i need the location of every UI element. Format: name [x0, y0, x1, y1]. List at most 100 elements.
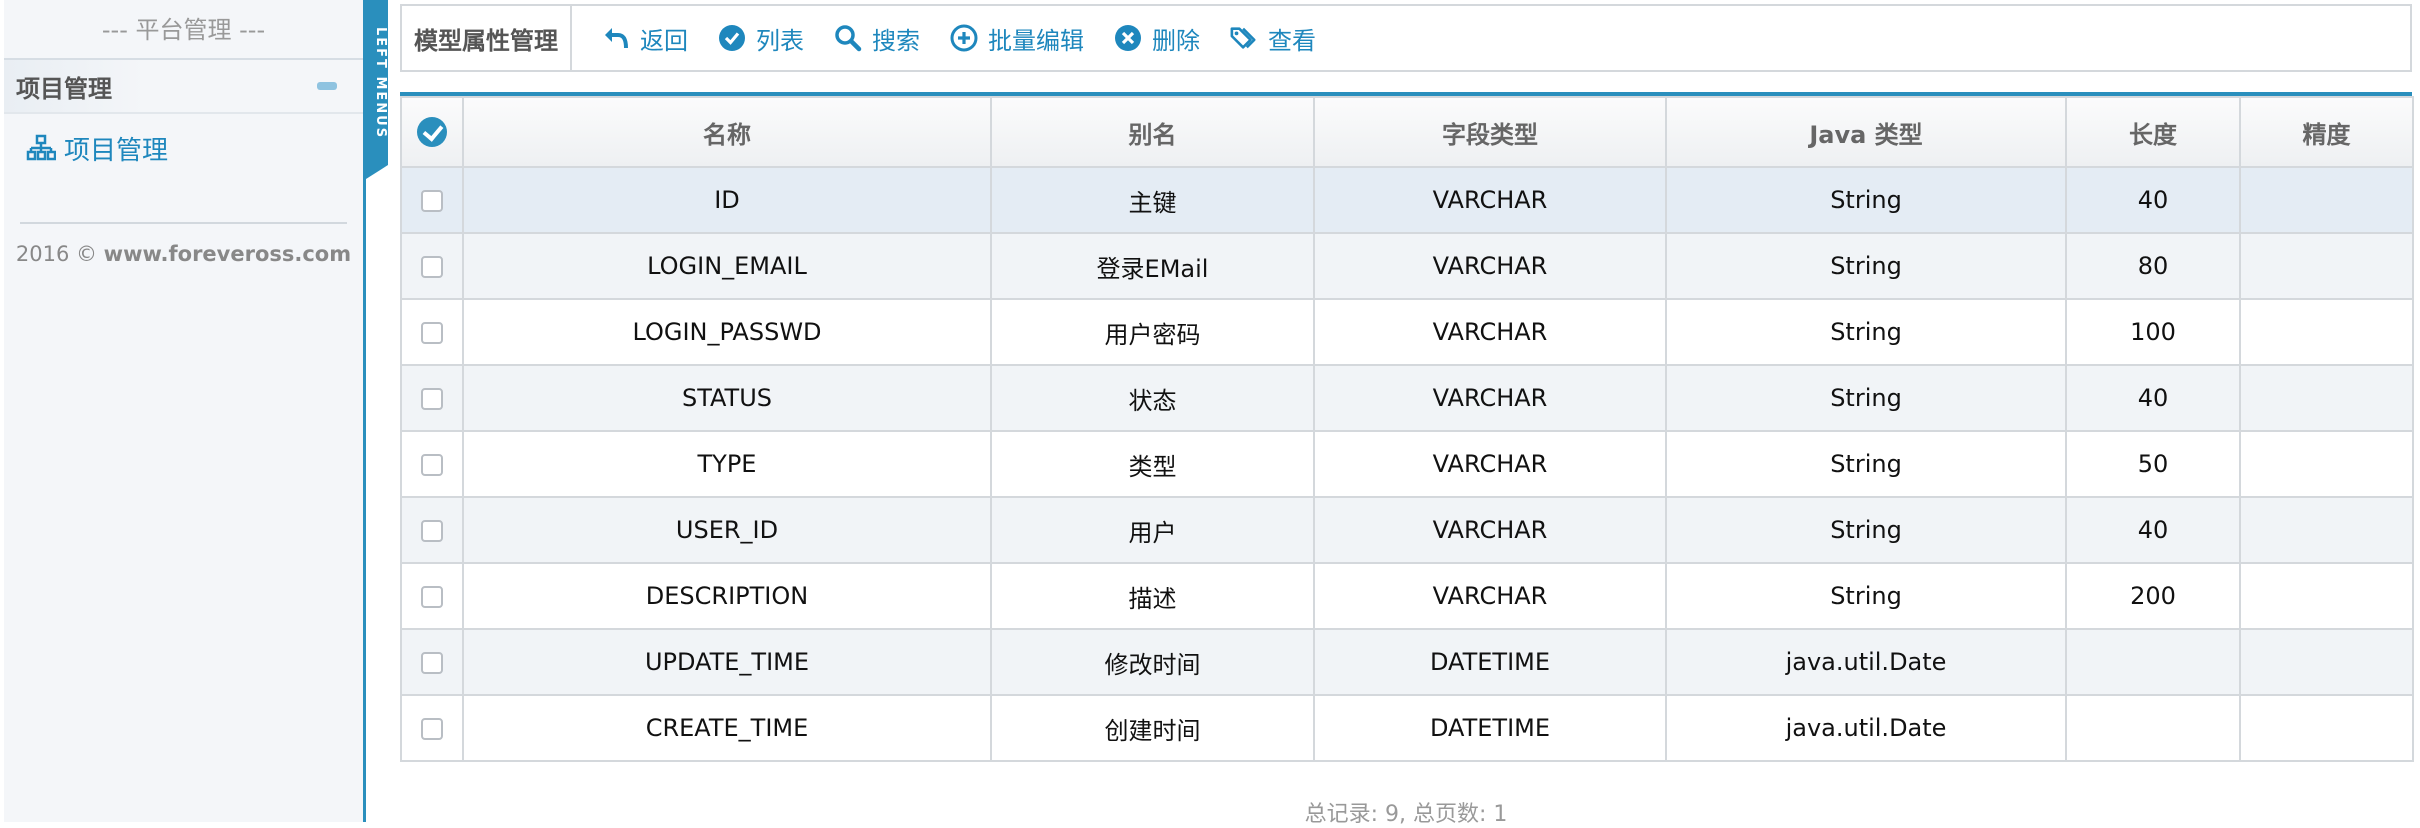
- delete-button[interactable]: 删除: [1114, 21, 1200, 56]
- cell-precision: [2239, 364, 2414, 432]
- copyright-prefix: 2016 ©: [15, 242, 104, 266]
- cell-field-type: VARCHAR: [1313, 496, 1667, 564]
- table-row[interactable]: LOGIN_PASSWD 用户密码 VARCHAR String 100: [400, 298, 2414, 366]
- toolbar: 模型属性管理 返回 列表 搜索 批量编辑 删除 查看: [400, 4, 2412, 72]
- cell-java-type: String: [1665, 298, 2067, 366]
- cell-name: STATUS: [462, 364, 992, 432]
- cell-length: 40: [2065, 166, 2241, 234]
- plus-circle-icon: [950, 24, 978, 52]
- sidebar-divider: [20, 222, 347, 224]
- tag-icon: [1230, 27, 1256, 49]
- cell-field-type: VARCHAR: [1313, 166, 1667, 234]
- table-row[interactable]: UPDATE_TIME 修改时间 DATETIME java.util.Date: [400, 628, 2414, 696]
- cell-java-type: String: [1665, 496, 2067, 564]
- cell-java-type: String: [1665, 430, 2067, 498]
- cell-java-type: String: [1665, 364, 2067, 432]
- cell-precision: [2239, 430, 2414, 498]
- select-all-checkbox[interactable]: [417, 117, 447, 147]
- row-checkbox[interactable]: [421, 190, 443, 212]
- cell-name: CREATE_TIME: [462, 694, 992, 762]
- cell-precision: [2239, 166, 2414, 234]
- table-row[interactable]: STATUS 状态 VARCHAR String 40: [400, 364, 2414, 432]
- row-checkbox[interactable]: [421, 586, 443, 608]
- table-row[interactable]: CREATE_TIME 创建时间 DATETIME java.util.Date: [400, 694, 2414, 762]
- row-select-cell: [400, 694, 464, 762]
- view-button[interactable]: 查看: [1230, 21, 1316, 56]
- cell-alias: 描述: [990, 562, 1315, 630]
- row-checkbox[interactable]: [421, 256, 443, 278]
- cell-field-type: VARCHAR: [1313, 298, 1667, 366]
- batch-edit-button[interactable]: 批量编辑: [950, 21, 1084, 56]
- row-checkbox[interactable]: [421, 322, 443, 344]
- cell-length: 40: [2065, 496, 2241, 564]
- cell-length: [2065, 628, 2241, 696]
- check-circle-icon: [719, 25, 745, 51]
- cell-alias: 用户: [990, 496, 1315, 564]
- cell-java-type: String: [1665, 562, 2067, 630]
- row-select-cell: [400, 298, 464, 366]
- delete-button-label: 删除: [1152, 26, 1200, 55]
- cell-length: 200: [2065, 562, 2241, 630]
- row-checkbox[interactable]: [421, 652, 443, 674]
- table-row[interactable]: USER_ID 用户 VARCHAR String 40: [400, 496, 2414, 564]
- row-checkbox[interactable]: [421, 388, 443, 410]
- row-select-cell: [400, 430, 464, 498]
- cell-precision: [2239, 496, 2414, 564]
- table-header-row: 名称 别名 字段类型 Java 类型 长度 精度: [400, 96, 2414, 168]
- cell-precision: [2239, 694, 2414, 762]
- row-select-cell: [400, 496, 464, 564]
- cell-alias: 创建时间: [990, 694, 1315, 762]
- row-checkbox[interactable]: [421, 520, 443, 542]
- row-checkbox[interactable]: [421, 718, 443, 740]
- cell-alias: 状态: [990, 364, 1315, 432]
- cell-precision: [2239, 628, 2414, 696]
- cell-java-type: java.util.Date: [1665, 694, 2067, 762]
- menu-section-label: 项目管理: [16, 74, 112, 103]
- column-header-precision[interactable]: 精度: [2239, 96, 2414, 168]
- cell-java-type: java.util.Date: [1665, 628, 2067, 696]
- cell-field-type: DATETIME: [1313, 694, 1667, 762]
- table-row[interactable]: TYPE 类型 VARCHAR String 50: [400, 430, 2414, 498]
- back-button[interactable]: 返回: [602, 21, 688, 56]
- cell-name: UPDATE_TIME: [462, 628, 992, 696]
- cell-name: TYPE: [462, 430, 992, 498]
- page-title: 模型属性管理: [402, 6, 572, 70]
- row-select-cell: [400, 562, 464, 630]
- left-menus-toggle[interactable]: LEFT MENUS: [366, 0, 388, 179]
- cell-precision: [2239, 562, 2414, 630]
- menu-section-header[interactable]: 项目管理: [4, 60, 363, 114]
- cell-name: USER_ID: [462, 496, 992, 564]
- list-button-label: 列表: [756, 26, 804, 55]
- search-button[interactable]: 搜索: [834, 21, 920, 56]
- cell-field-type: VARCHAR: [1313, 232, 1667, 300]
- column-header-java-type[interactable]: Java 类型: [1665, 96, 2067, 168]
- row-select-cell: [400, 166, 464, 234]
- back-button-label: 返回: [640, 26, 688, 55]
- sitemap-icon: [26, 134, 56, 161]
- collapse-icon[interactable]: [317, 82, 337, 90]
- cell-field-type: DATETIME: [1313, 628, 1667, 696]
- row-select-cell: [400, 628, 464, 696]
- list-button[interactable]: 列表: [718, 21, 804, 56]
- select-all-cell: [400, 96, 464, 168]
- cell-name: ID: [462, 166, 992, 234]
- column-header-alias[interactable]: 别名: [990, 96, 1315, 168]
- cell-name: LOGIN_EMAIL: [462, 232, 992, 300]
- sidebar-item-project-management[interactable]: 项目管理: [4, 114, 363, 182]
- copyright-text: 2016 © www.foreveross.com: [4, 242, 363, 266]
- search-button-label: 搜索: [872, 26, 920, 55]
- cell-field-type: VARCHAR: [1313, 562, 1667, 630]
- row-checkbox[interactable]: [421, 454, 443, 476]
- column-header-field-type[interactable]: 字段类型: [1313, 96, 1667, 168]
- sidebar-title: --- 平台管理 ---: [4, 0, 363, 60]
- table-row[interactable]: LOGIN_EMAIL 登录EMail VARCHAR String 80: [400, 232, 2414, 300]
- table-row[interactable]: ID 主键 VARCHAR String 40: [400, 166, 2414, 234]
- table-row[interactable]: DESCRIPTION 描述 VARCHAR String 200: [400, 562, 2414, 630]
- row-select-cell: [400, 232, 464, 300]
- view-button-label: 查看: [1268, 26, 1316, 55]
- data-table-container: 名称 别名 字段类型 Java 类型 长度 精度 ID 主键 VARCHAR S…: [400, 92, 2414, 762]
- column-header-length[interactable]: 长度: [2065, 96, 2241, 168]
- column-header-name[interactable]: 名称: [462, 96, 992, 168]
- cell-length: 100: [2065, 298, 2241, 366]
- cell-java-type: String: [1665, 166, 2067, 234]
